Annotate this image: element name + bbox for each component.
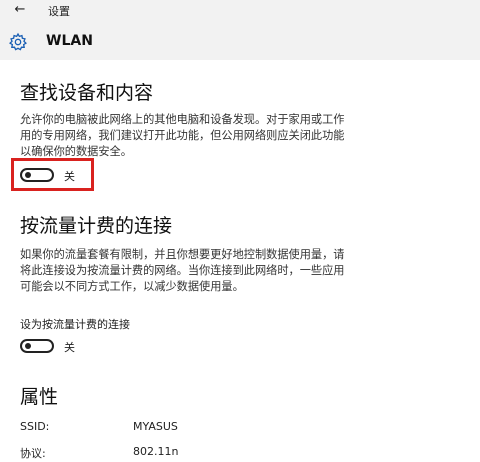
property-value: 802.11n	[133, 445, 179, 458]
description-line: 如果你的流量套餐有限制，并且你想要更好地控制数据使用量，请	[20, 248, 345, 261]
metered-toggle[interactable]	[20, 339, 54, 353]
metered-toggle-label: 关	[64, 341, 75, 354]
section-heading-properties: 属性	[20, 386, 59, 408]
app-title: 设置	[48, 5, 70, 18]
toggle-knob	[25, 343, 31, 349]
title-bar: ← 设置	[0, 0, 480, 22]
section-heading-discovery: 查找设备和内容	[20, 82, 154, 104]
description-line: 可能会以不同方式工作，以减少数据使用量。	[20, 280, 244, 293]
page-header: WLAN	[0, 22, 480, 60]
section-heading-metered: 按流量计费的连接	[20, 215, 173, 237]
description-line: 用的专用网络，我们建议打开此功能，但公用网络则应关闭此功能	[20, 129, 345, 142]
metered-setting-label: 设为按流量计费的连接	[20, 318, 130, 331]
property-value: MYASUS	[133, 420, 178, 433]
description-line: 允许你的电脑被此网络上的其他电脑和设备发现。对于家用或工作	[20, 113, 345, 126]
gear-icon	[9, 32, 27, 51]
highlight-box	[11, 158, 94, 191]
page-title: WLAN	[46, 33, 93, 49]
property-key: SSID:	[20, 420, 50, 433]
metered-description: 如果你的流量套餐有限制，并且你想要更好地控制数据使用量，请 将此连接设为按流量计…	[20, 247, 370, 295]
discovery-description: 允许你的电脑被此网络上的其他电脑和设备发现。对于家用或工作 用的专用网络，我们建…	[20, 112, 370, 160]
property-key: 协议:	[20, 447, 46, 460]
description-line: 将此连接设为按流量计费的网络。当你连接到此网络时，一些应用	[20, 264, 345, 277]
back-arrow-icon[interactable]: ←	[10, 2, 30, 18]
